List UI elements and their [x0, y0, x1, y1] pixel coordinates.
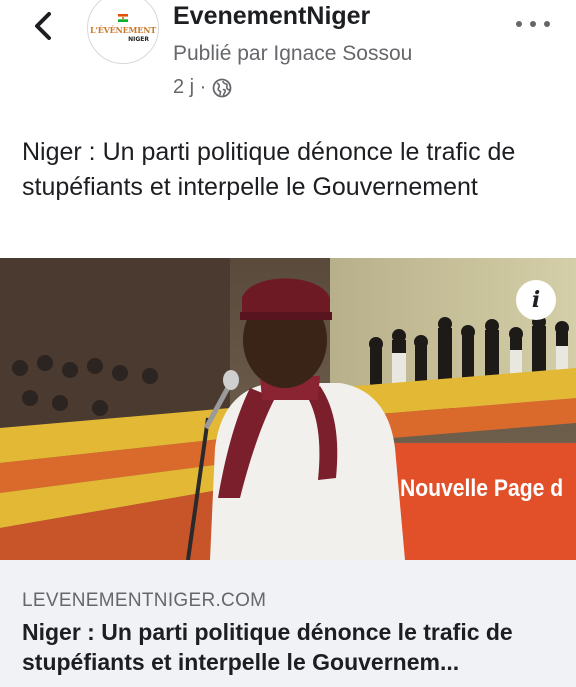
more-horizontal-icon	[516, 21, 522, 27]
niger-flag-icon	[118, 13, 128, 22]
more-options-button[interactable]	[516, 14, 550, 34]
banner-text: Nouvelle Page d	[400, 475, 564, 502]
photo-illustration	[0, 258, 576, 560]
chevron-left-icon	[35, 12, 51, 40]
post-timestamp[interactable]: 2 j ·	[173, 76, 232, 99]
more-horizontal-icon-dot	[544, 21, 550, 27]
more-horizontal-icon-dot	[530, 21, 536, 27]
link-preview-card[interactable]: LEVENEMENTNIGER.COM Niger : Un parti pol…	[0, 560, 576, 687]
info-button[interactable]: i	[516, 280, 556, 320]
link-title[interactable]: Niger : Un parti politique dénonce le tr…	[22, 617, 557, 677]
page-name-link[interactable]: EvenementNiger	[173, 2, 370, 31]
published-by-text: Publié par Ignace Sossou	[173, 42, 413, 65]
post-message: Niger : Un parti politique dénonce le tr…	[22, 138, 516, 201]
page-avatar[interactable]: L'ÉVÉNEMENT NIGER	[87, 0, 159, 64]
globe-icon	[212, 78, 232, 97]
link-domain: LEVENEMENTNIGER.COM	[22, 590, 267, 611]
post-time: 2 j ·	[173, 76, 207, 98]
article-photo[interactable]: Nouvelle Page d i	[0, 258, 576, 560]
logo-text-line2: NIGER	[128, 35, 149, 43]
post-header: L'ÉVÉNEMENT NIGER EvenementNiger Publié …	[0, 0, 576, 120]
logo-text-line1: L'ÉVÉNEMENT	[90, 24, 156, 35]
info-icon: i	[531, 287, 541, 313]
back-button[interactable]	[28, 8, 58, 44]
